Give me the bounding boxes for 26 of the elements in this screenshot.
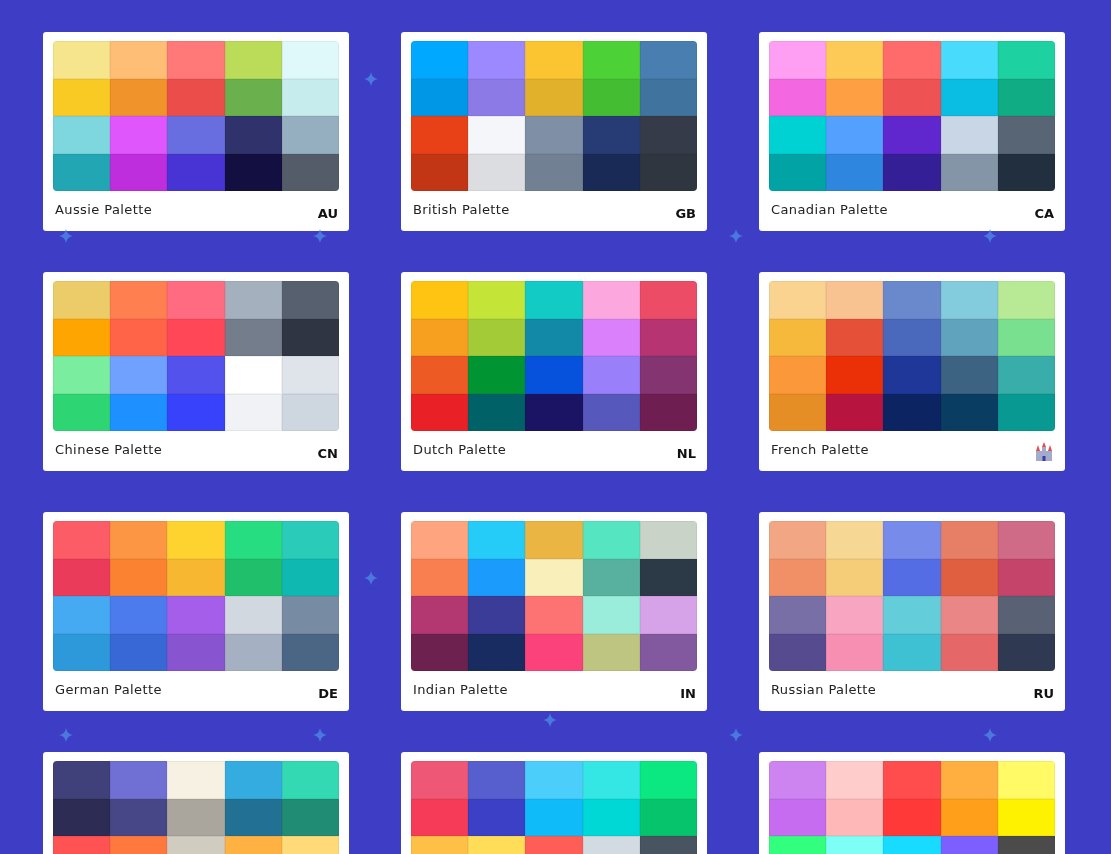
country-code: DE <box>318 685 338 701</box>
palette-card[interactable]: German Palette DE <box>43 512 349 711</box>
palette-card[interactable]: Chinese Palette CN <box>43 272 349 471</box>
country-code: CA <box>1034 205 1054 221</box>
palette-card[interactable]: Russian Palette RU <box>759 512 1065 711</box>
country-code: RU <box>1033 685 1054 701</box>
palette-name: British Palette <box>413 201 510 217</box>
country-code: NL <box>676 445 696 461</box>
palette-name: German Palette <box>55 681 162 697</box>
palette-name: Dutch Palette <box>413 441 507 457</box>
palette-name: Aussie Palette <box>55 201 153 217</box>
country-code: CN <box>317 445 338 461</box>
palette-card[interactable]: British Palette GB <box>401 32 707 231</box>
palette-name: Chinese Palette <box>55 441 163 457</box>
palette-card[interactable]: Dutch Palette NL <box>401 272 707 471</box>
palette-card[interactable]: French Palette <box>759 272 1065 471</box>
palette-name: French Palette <box>771 441 869 457</box>
palette-name: Canadian Palette <box>771 201 888 217</box>
palette-card[interactable]: Aussie Palette AU <box>43 32 349 231</box>
country-code: IN <box>680 685 696 701</box>
palette-card[interactable]: Canadian Palette CA <box>759 32 1065 231</box>
country-code: GB <box>675 205 696 221</box>
palette-name: Russian Palette <box>771 681 877 697</box>
palette-name: Indian Palette <box>413 681 508 697</box>
palette-card[interactable]: Indian Palette IN <box>401 512 707 711</box>
country-code: AU <box>317 205 338 221</box>
